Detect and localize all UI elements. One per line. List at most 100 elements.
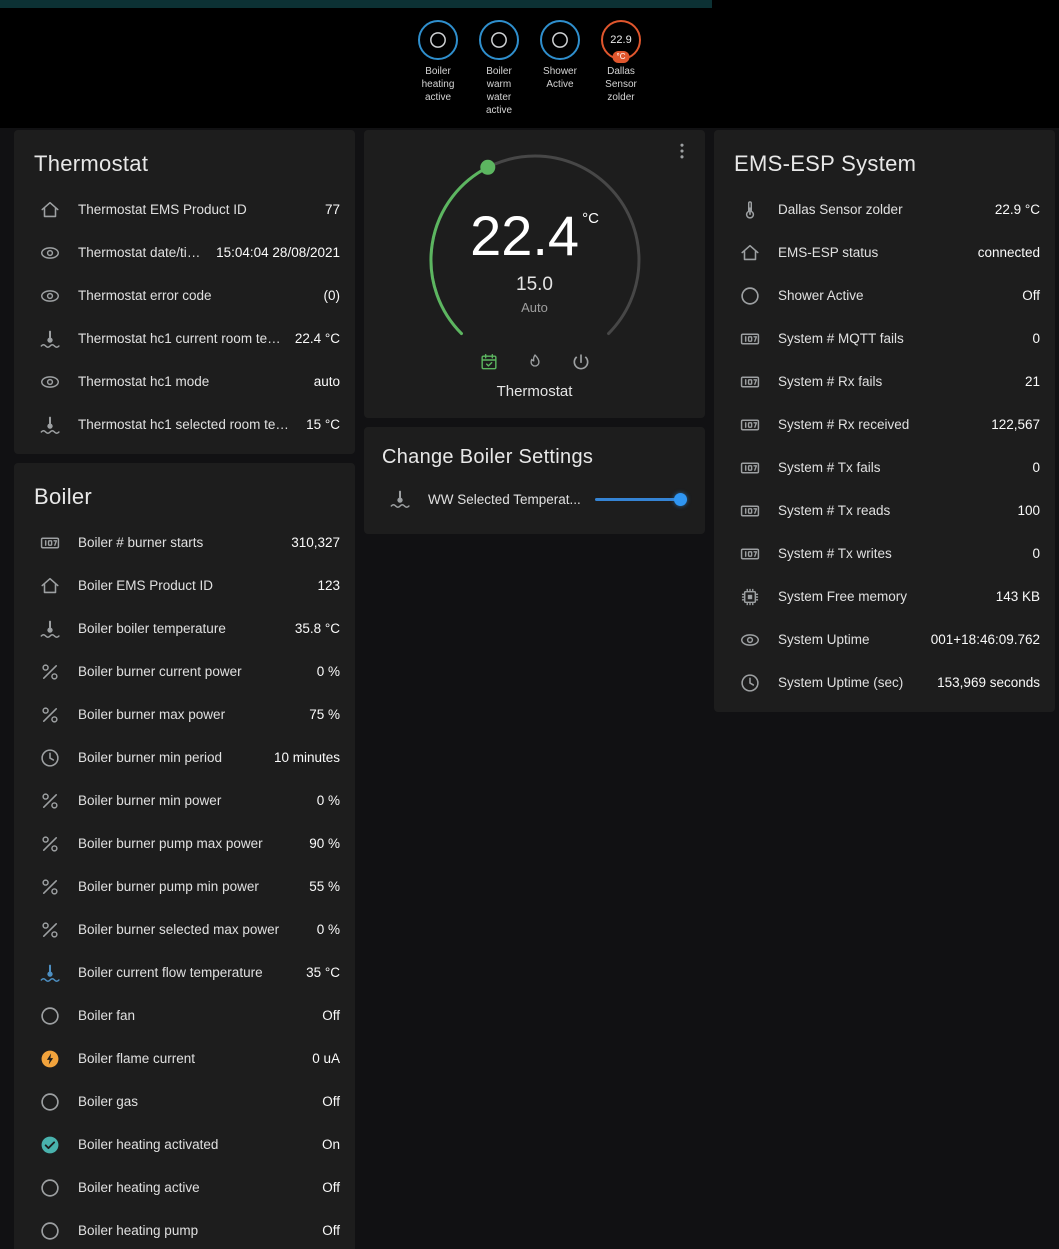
entity-row[interactable]: Thermostat EMS Product ID 77	[14, 188, 355, 231]
change-boiler-settings-card: Change Boiler Settings WW Selected Tempe…	[364, 427, 705, 534]
badge-value: 22.9	[610, 34, 631, 46]
circle-outline-icon	[38, 1090, 62, 1114]
circle-outline-icon	[38, 1176, 62, 1200]
counter-icon	[738, 327, 762, 351]
entity-row[interactable]: System # Tx writes 0	[714, 532, 1055, 575]
kebab-menu-icon[interactable]	[671, 140, 693, 162]
entity-row[interactable]: System Free memory 143 KB	[714, 575, 1055, 618]
entity-row[interactable]: Boiler fan Off	[14, 994, 355, 1037]
badge-circle[interactable]	[540, 20, 580, 60]
counter-icon	[38, 531, 62, 555]
entity-row[interactable]: System # Tx fails 0	[714, 446, 1055, 489]
hvac-mode-toolbar	[364, 352, 705, 372]
badge-circle[interactable]	[479, 20, 519, 60]
badge-unit: °C	[613, 51, 630, 63]
entity-row[interactable]: Boiler heating active Off	[14, 1166, 355, 1209]
ems-esp-system-card: EMS-ESP System Dallas Sensor zolder 22.9…	[714, 130, 1055, 712]
entity-row[interactable]: Thermostat date/time 15:04:04 28/08/2021	[14, 231, 355, 274]
percent-icon	[38, 789, 62, 813]
entity-name: Thermostat	[364, 383, 705, 400]
entity-row[interactable]: Boiler burner max power 75 %	[14, 693, 355, 736]
counter-icon	[738, 542, 762, 566]
entity-row[interactable]: Shower Active Off	[714, 274, 1055, 317]
counter-icon	[738, 499, 762, 523]
check-circle-icon	[38, 1133, 62, 1157]
entity-row[interactable]: Boiler burner pump max power 90 %	[14, 822, 355, 865]
entity-row[interactable]: Boiler current flow temperature 35 °C	[14, 951, 355, 994]
counter-icon	[738, 456, 762, 480]
entity-row[interactable]: System Uptime 001+18:46:09.762	[714, 618, 1055, 661]
home-icon	[38, 198, 62, 222]
lightning-circle-icon	[38, 1047, 62, 1071]
percent-icon	[38, 875, 62, 899]
dial-handle[interactable]	[480, 160, 495, 175]
entity-row[interactable]: Thermostat hc1 mode auto	[14, 360, 355, 403]
ww-selected-temperature-row[interactable]: WW Selected Temperat...	[364, 477, 705, 521]
circle-outline-icon	[489, 30, 509, 50]
entity-row[interactable]: System Uptime (sec) 153,969 seconds	[714, 661, 1055, 704]
thermostat-dial[interactable]: 22.4°C 15.0 Auto	[415, 140, 655, 380]
entity-row[interactable]: System # Rx received 122,567	[714, 403, 1055, 446]
dial-track	[431, 156, 639, 334]
circle-outline-icon	[38, 1219, 62, 1243]
entity-row[interactable]: Thermostat hc1 current room temper... 22…	[14, 317, 355, 360]
slider-knob[interactable]	[674, 493, 687, 506]
temperature-slider[interactable]	[595, 492, 687, 506]
thermostat-card: Thermostat Thermostat EMS Product ID 77 …	[14, 130, 355, 454]
eye-icon	[38, 241, 62, 265]
column-right: EMS-ESP System Dallas Sensor zolder 22.9…	[714, 130, 1055, 721]
entity-row[interactable]: Boiler burner min power 0 %	[14, 779, 355, 822]
card-title-boiler: Boiler	[14, 463, 355, 521]
calendar-check-icon[interactable]	[479, 352, 499, 372]
entity-row[interactable]: System # Tx reads 100	[714, 489, 1055, 532]
badge-label: Shower Active	[535, 65, 586, 91]
top-strip-accent	[0, 0, 712, 8]
entity-row[interactable]: Boiler burner min period 10 minutes	[14, 736, 355, 779]
entity-row[interactable]: Boiler burner pump min power 55 %	[14, 865, 355, 908]
entity-row[interactable]: System # MQTT fails 0	[714, 317, 1055, 360]
entity-row[interactable]: Boiler # burner starts 310,327	[14, 521, 355, 564]
card-title-settings: Change Boiler Settings	[364, 427, 705, 477]
entity-row[interactable]: System # Rx fails 21	[714, 360, 1055, 403]
percent-icon	[38, 660, 62, 684]
badge-circle[interactable]	[418, 20, 458, 60]
entity-row[interactable]: Boiler boiler temperature 35.8 °C	[14, 607, 355, 650]
entity-row[interactable]: Boiler heating pump Off	[14, 1209, 355, 1249]
entity-rows: Thermostat EMS Product ID 77 Thermostat …	[14, 188, 355, 454]
badge-label: Dallas Sensor zolder	[596, 65, 647, 104]
entity-row[interactable]: Boiler flame current 0 uA	[14, 1037, 355, 1080]
entity-rows: Dallas Sensor zolder 22.9 °C EMS-ESP sta…	[714, 188, 1055, 712]
clock-icon	[738, 671, 762, 695]
circle-outline-icon	[550, 30, 570, 50]
flame-icon[interactable]	[525, 352, 545, 372]
badge-label: Boiler heating active	[413, 65, 464, 104]
entity-row[interactable]: Boiler heating activated On	[14, 1123, 355, 1166]
badge[interactable]: Boiler heating active	[413, 20, 464, 104]
circle-outline-icon	[38, 1004, 62, 1028]
circle-outline-icon	[738, 284, 762, 308]
slider-label: WW Selected Temperat...	[428, 492, 595, 507]
percent-icon	[38, 918, 62, 942]
entity-row[interactable]: EMS-ESP status connected	[714, 231, 1055, 274]
thermometer-water-icon	[388, 487, 412, 511]
badge[interactable]: Shower Active	[535, 20, 586, 91]
badges-bar: Boiler heating active Boiler warm water …	[0, 8, 1059, 128]
badge[interactable]: Boiler warm water active	[474, 20, 525, 117]
entity-row[interactable]: Dallas Sensor zolder 22.9 °C	[714, 188, 1055, 231]
home-icon	[738, 241, 762, 265]
boiler-card: Boiler Boiler # burner starts 310,327 Bo…	[14, 463, 355, 1249]
power-icon[interactable]	[571, 352, 591, 372]
eye-icon	[738, 628, 762, 652]
badge[interactable]: 22.9 °C Dallas Sensor zolder	[596, 20, 647, 104]
entity-row[interactable]: Thermostat hc1 selected room temper... 1…	[14, 403, 355, 446]
entity-row[interactable]: Boiler burner selected max power 0 %	[14, 908, 355, 951]
badge-circle[interactable]: 22.9 °C	[601, 20, 641, 60]
entity-row[interactable]: Thermostat error code (0)	[14, 274, 355, 317]
entity-row[interactable]: Boiler burner current power 0 %	[14, 650, 355, 693]
column-left: Thermostat Thermostat EMS Product ID 77 …	[14, 130, 355, 1249]
dial-ring[interactable]	[415, 140, 655, 380]
dial-active-arc	[430, 167, 487, 333]
entity-row[interactable]: Boiler EMS Product ID 123	[14, 564, 355, 607]
home-icon	[38, 574, 62, 598]
entity-row[interactable]: Boiler gas Off	[14, 1080, 355, 1123]
